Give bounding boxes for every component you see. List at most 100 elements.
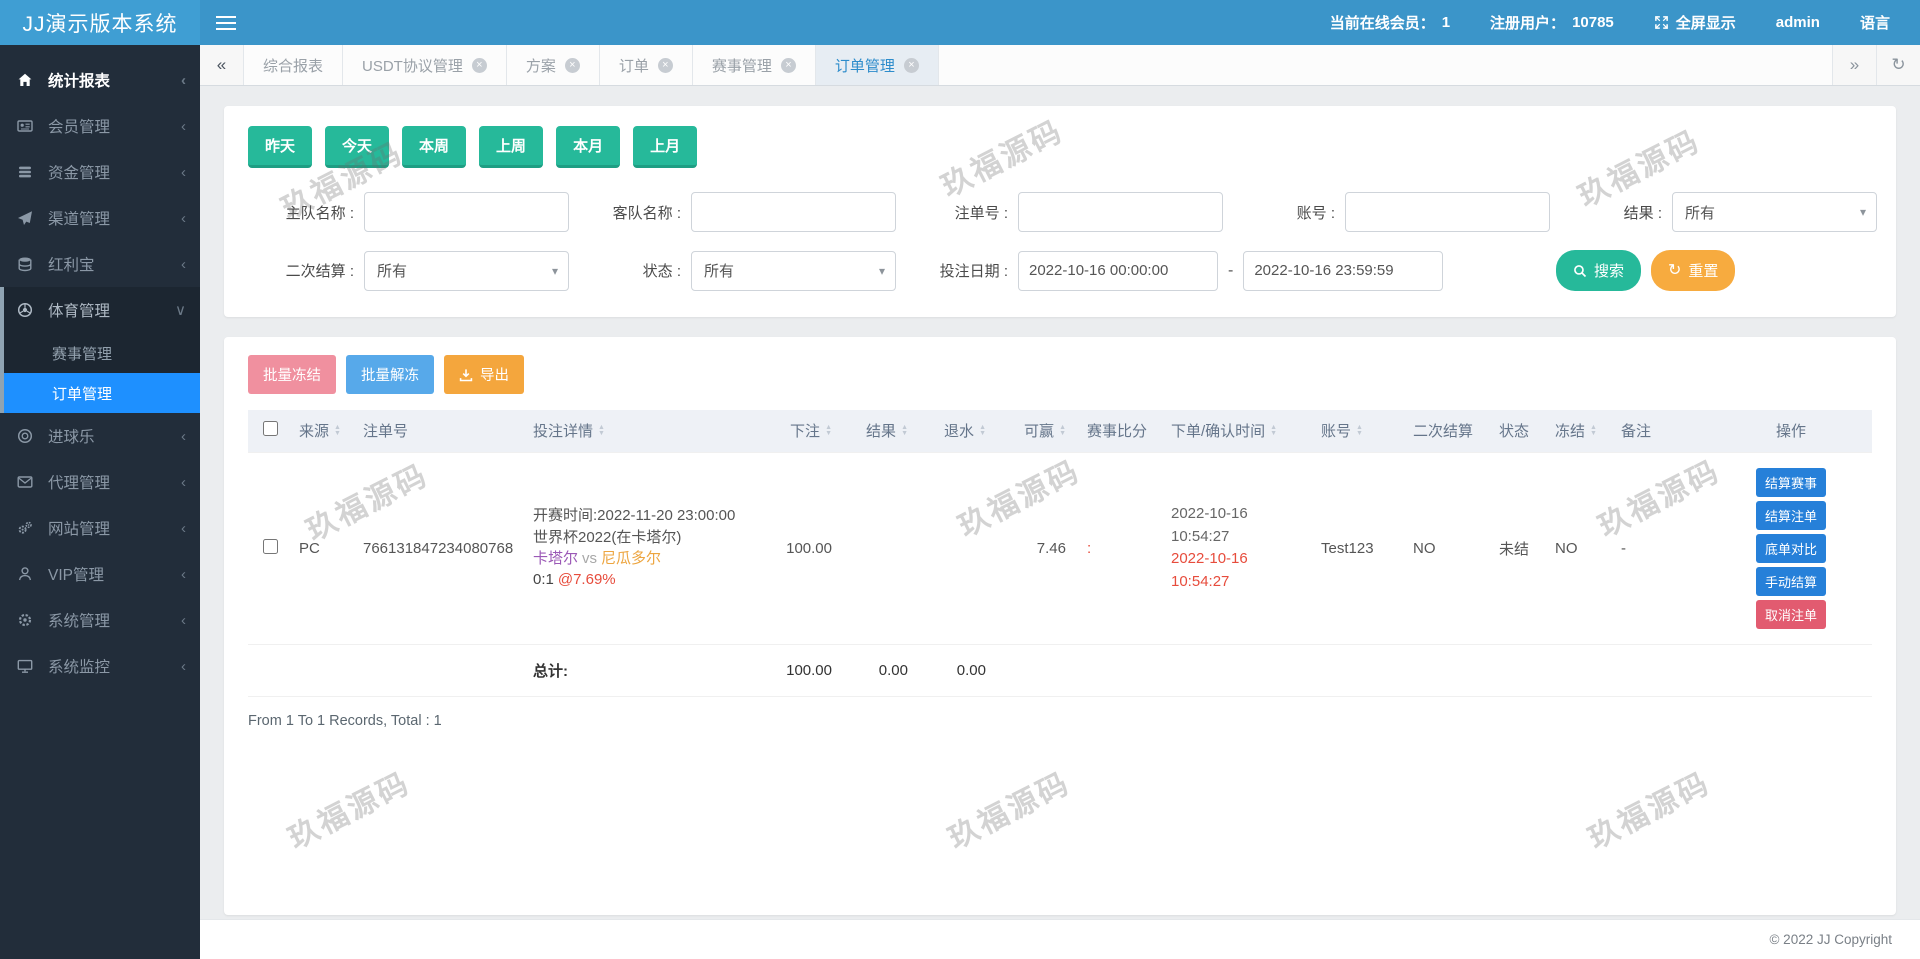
- sidebar-item-system-monitor[interactable]: 系统监控 ‹: [0, 643, 200, 689]
- tabs-scroll-right-button[interactable]: »: [1832, 45, 1876, 85]
- sort-icon: ▲▼: [1590, 425, 1597, 437]
- col-result[interactable]: 结果▲▼: [846, 410, 922, 452]
- row-checkbox[interactable]: [263, 539, 278, 554]
- sidebar-item-stats-report[interactable]: 统计报表 ‹: [0, 57, 200, 103]
- quick-this-month-button[interactable]: 本月: [556, 126, 620, 168]
- total-label: 总计:: [526, 644, 764, 696]
- tab-order-mgmt[interactable]: 订单管理 ×: [816, 45, 939, 85]
- second-settlement-select[interactable]: 所有 ▾: [364, 251, 569, 291]
- user-menu[interactable]: admin: [1776, 14, 1820, 31]
- sort-icon: ▲▼: [1059, 425, 1066, 437]
- sidebar-item-bonus-treasure[interactable]: 红利宝 ‹: [0, 241, 200, 287]
- cancel-bet-button[interactable]: 取消注单: [1756, 600, 1826, 629]
- chevron-left-icon: ‹: [181, 474, 186, 491]
- result-label: 结果 :: [1556, 202, 1662, 223]
- cell-bet-amount: 100.00: [764, 452, 846, 644]
- date-to-input[interactable]: [1243, 251, 1443, 291]
- export-button[interactable]: 导出: [444, 355, 524, 394]
- manual-settle-button[interactable]: 手动结算: [1756, 567, 1826, 596]
- content-area: 玖福源码 玖福源码 玖福源码 玖福源码 玖福源码 玖福源码 玖福源码 玖福源码 …: [200, 86, 1920, 919]
- chevron-left-icon: ‹: [181, 428, 186, 445]
- sidebar-item-goal-fun[interactable]: 进球乐 ‹: [0, 413, 200, 459]
- chevron-down-icon: ∨: [175, 301, 186, 319]
- close-icon[interactable]: ×: [565, 58, 580, 73]
- cell-remark: -: [1614, 452, 1710, 644]
- cell-bet-detail: 开赛时间:2022-11-20 23:00:00 世界杯2022(在卡塔尔) 卡…: [526, 452, 764, 644]
- gear-icon: [17, 612, 39, 628]
- quick-last-month-button[interactable]: 上月: [633, 126, 697, 168]
- sidebar-item-agent-mgmt[interactable]: 代理管理 ‹: [0, 459, 200, 505]
- away-team-input[interactable]: [691, 192, 896, 232]
- sort-icon: ▲▼: [825, 425, 832, 437]
- account-input[interactable]: [1345, 192, 1550, 232]
- sidebar-item-funds-mgmt[interactable]: 资金管理 ‹: [0, 149, 200, 195]
- status-label: 状态 :: [575, 260, 681, 281]
- total-rebate: 0.00: [922, 644, 1000, 696]
- cell-rebate: [922, 452, 1000, 644]
- bet-no-input[interactable]: [1018, 192, 1223, 232]
- close-icon[interactable]: ×: [781, 58, 796, 73]
- tabs-scroll-left-button[interactable]: «: [200, 45, 244, 85]
- sidebar-item-member-mgmt[interactable]: 会员管理 ‹: [0, 103, 200, 149]
- close-icon[interactable]: ×: [904, 58, 919, 73]
- quick-last-week-button[interactable]: 上周: [479, 126, 543, 168]
- col-bet-detail[interactable]: 投注详情▲▼: [526, 410, 764, 452]
- quick-today-button[interactable]: 今天: [325, 126, 389, 168]
- league-name: 世界杯2022(在卡塔尔): [533, 527, 757, 548]
- col-order-time[interactable]: 下单/确认时间▲▼: [1164, 410, 1314, 452]
- compare-slip-button[interactable]: 底单对比: [1756, 534, 1826, 563]
- tab-comprehensive-report[interactable]: 综合报表: [244, 45, 343, 85]
- col-rebate[interactable]: 退水▲▼: [922, 410, 1000, 452]
- sidebar-item-vip-mgmt[interactable]: VIP管理 ‹: [0, 551, 200, 597]
- language-menu[interactable]: 语言: [1860, 12, 1890, 33]
- col-actions: 操作: [1710, 410, 1872, 452]
- topbar: JJ演示版本系统 当前在线会员：1 注册用户：10785 全屏显示 admin …: [0, 0, 1920, 45]
- sidebar-item-channel-mgmt[interactable]: 渠道管理 ‹: [0, 195, 200, 241]
- table-total-row: 总计: 100.00 0.00 0.00: [248, 644, 1872, 696]
- quick-yesterday-button[interactable]: 昨天: [248, 126, 312, 168]
- date-from-input[interactable]: [1018, 251, 1218, 291]
- sidebar-item-system-mgmt[interactable]: 系统管理 ‹: [0, 597, 200, 643]
- chevron-left-icon: ‹: [181, 72, 186, 89]
- home-team-input[interactable]: [364, 192, 569, 232]
- col-match-score: 赛事比分: [1080, 410, 1164, 452]
- tab-match-mgmt[interactable]: 赛事管理 ×: [693, 45, 816, 85]
- fullscreen-button[interactable]: 全屏显示: [1654, 12, 1736, 33]
- sidebar-item-match-mgmt[interactable]: 赛事管理: [4, 333, 200, 373]
- settle-match-button[interactable]: 结算赛事: [1756, 468, 1826, 497]
- search-button[interactable]: 搜索: [1556, 250, 1641, 291]
- tab-plan[interactable]: 方案 ×: [507, 45, 600, 85]
- col-bet-amount[interactable]: 下注▲▼: [764, 410, 846, 452]
- sidebar-item-sports-mgmt[interactable]: 体育管理 ∨: [4, 287, 200, 333]
- batch-unfreeze-button[interactable]: 批量解冻: [346, 355, 434, 394]
- cell-result: [846, 452, 922, 644]
- sidebar-item-order-mgmt[interactable]: 订单管理: [4, 373, 200, 413]
- registered-users-stat: 注册用户：10785: [1490, 12, 1614, 33]
- sidebar-item-site-mgmt[interactable]: 网站管理 ‹: [0, 505, 200, 551]
- away-team-name: 尼瓜多尔: [601, 550, 661, 567]
- chevron-left-icon: ‹: [181, 566, 186, 583]
- reset-button[interactable]: ↻ 重置: [1651, 250, 1735, 291]
- account-label: 账号 :: [1229, 202, 1335, 223]
- refresh-tab-button[interactable]: ↻: [1876, 45, 1920, 85]
- sidebar-toggle-button[interactable]: [200, 0, 252, 45]
- cell-bet-no: 766131847234080768: [356, 452, 526, 644]
- batch-freeze-button[interactable]: 批量冻结: [248, 355, 336, 394]
- result-select[interactable]: 所有 ▾: [1672, 192, 1877, 232]
- tab-order[interactable]: 订单 ×: [600, 45, 693, 85]
- quick-this-week-button[interactable]: 本周: [402, 126, 466, 168]
- select-all-checkbox[interactable]: [263, 421, 278, 436]
- col-source[interactable]: 来源▲▼: [292, 410, 356, 452]
- close-icon[interactable]: ×: [472, 58, 487, 73]
- settle-bet-button[interactable]: 结算注单: [1756, 501, 1826, 530]
- col-winnable[interactable]: 可赢▲▼: [1000, 410, 1080, 452]
- caret-down-icon: ▾: [552, 264, 558, 278]
- search-icon: [1573, 264, 1587, 278]
- close-icon[interactable]: ×: [658, 58, 673, 73]
- col-account[interactable]: 账号▲▼: [1314, 410, 1406, 452]
- sort-icon: ▲▼: [901, 425, 908, 437]
- col-frozen[interactable]: 冻结▲▼: [1548, 410, 1614, 452]
- status-select[interactable]: 所有 ▾: [691, 251, 896, 291]
- tab-usdt-protocol-mgmt[interactable]: USDT协议管理 ×: [343, 45, 507, 85]
- col-bet-no[interactable]: 注单号: [356, 410, 526, 452]
